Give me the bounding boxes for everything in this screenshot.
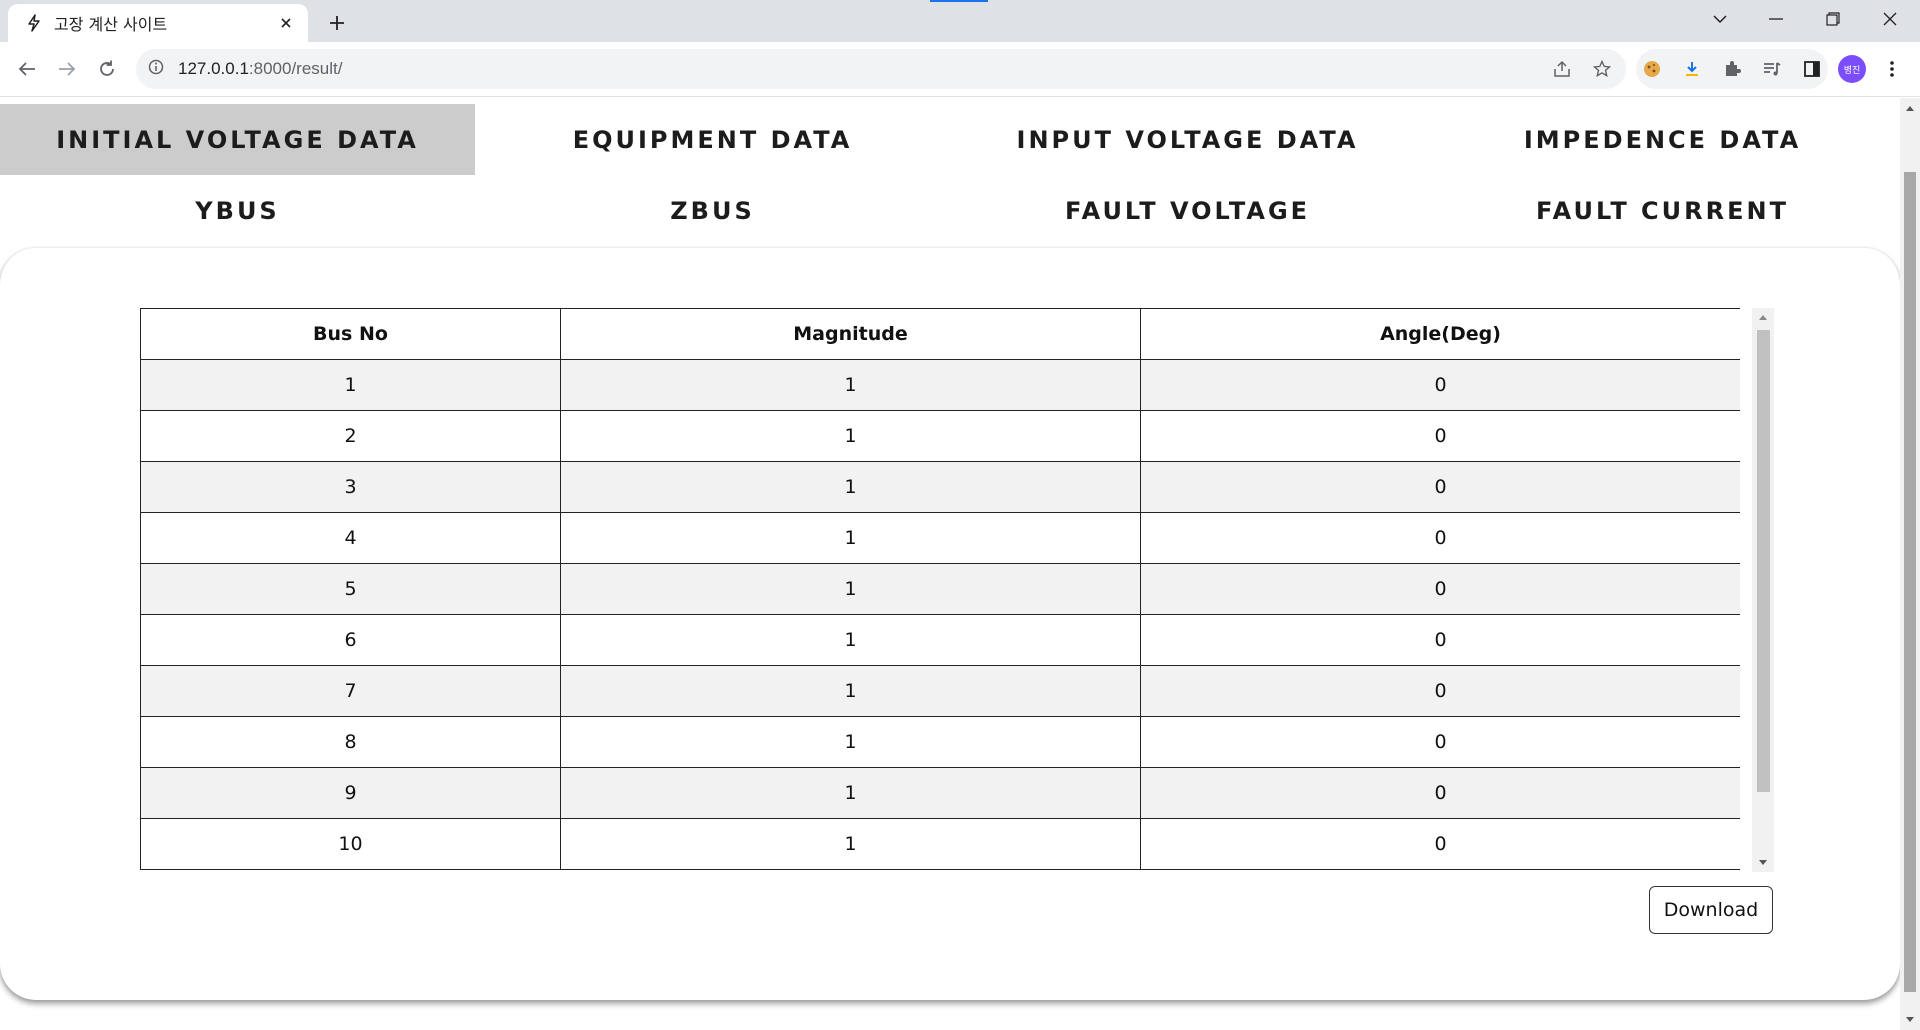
cell-angle: 0 [1140, 767, 1740, 819]
page-scroll-up-icon[interactable] [1900, 100, 1920, 116]
cell-angle: 0 [1140, 359, 1740, 411]
page-scrollbar[interactable] [1900, 98, 1920, 1030]
download-extension-icon[interactable] [1676, 53, 1708, 85]
result-nav: INITIAL VOLTAGE DATA EQUIPMENT DATA INPU… [0, 104, 1900, 246]
cell-bus-no: 10 [140, 818, 561, 870]
nav-input-voltage-data[interactable]: INPUT VOLTAGE DATA [950, 104, 1425, 175]
nav-fault-voltage[interactable]: FAULT VOLTAGE [950, 175, 1425, 246]
side-panel-icon[interactable] [1796, 53, 1828, 85]
page-scroll-thumb[interactable] [1904, 172, 1916, 992]
page-scroll-down-icon[interactable] [1900, 1012, 1920, 1028]
site-info-icon[interactable] [148, 59, 164, 79]
tab-strip-accent [930, 0, 988, 2]
scroll-down-arrow-icon[interactable] [1752, 854, 1774, 872]
cell-magnitude: 1 [560, 359, 1141, 411]
cell-bus-no: 9 [140, 767, 561, 819]
bookmark-star-icon[interactable] [1586, 53, 1618, 85]
cell-angle: 0 [1140, 818, 1740, 870]
table-row: 10 1 0 [140, 818, 1740, 870]
cell-magnitude: 1 [560, 767, 1141, 819]
new-tab-button[interactable] [322, 8, 352, 38]
nav-ybus[interactable]: YBUS [0, 175, 475, 246]
result-card: Bus No Magnitude Angle(Deg) 110 210 310 … [0, 248, 1900, 1000]
browser-tab-title: 고장 계산 사이트 [54, 15, 168, 34]
forward-button[interactable] [51, 53, 83, 85]
header-angle: Angle(Deg) [1140, 308, 1740, 360]
cell-angle: 0 [1140, 665, 1740, 717]
cell-magnitude: 1 [560, 818, 1141, 870]
table-row: 310 [140, 461, 1740, 513]
url-host: 127.0.0.1 [178, 59, 249, 78]
table-row: 610 [140, 614, 1740, 666]
cell-angle: 0 [1140, 512, 1740, 564]
voltage-table-container[interactable]: Bus No Magnitude Angle(Deg) 110 210 310 … [140, 308, 1740, 872]
table-row: 410 [140, 512, 1740, 564]
cell-bus-no: 3 [140, 461, 561, 513]
share-icon[interactable] [1546, 53, 1578, 85]
result-nav-row-2: YBUS ZBUS FAULT VOLTAGE FAULT CURRENT [0, 175, 1900, 246]
cell-magnitude: 1 [560, 614, 1141, 666]
table-row: 810 [140, 716, 1740, 768]
cell-angle: 0 [1140, 614, 1740, 666]
download-button[interactable]: Download [1649, 886, 1773, 934]
nav-equipment-data[interactable]: EQUIPMENT DATA [475, 104, 950, 175]
lightning-bolt-icon [24, 13, 44, 33]
minimize-button[interactable] [1748, 0, 1804, 38]
puzzle-extensions-icon[interactable] [1716, 53, 1748, 85]
cell-angle: 0 [1140, 563, 1740, 615]
page-viewport: INITIAL VOLTAGE DATA EQUIPMENT DATA INPU… [0, 98, 1900, 1030]
cell-bus-no: 2 [140, 410, 561, 462]
nav-initial-voltage-data[interactable]: INITIAL VOLTAGE DATA [0, 104, 475, 175]
cell-angle: 0 [1140, 716, 1740, 768]
cell-bus-no: 8 [140, 716, 561, 768]
close-window-button[interactable] [1862, 0, 1918, 38]
cell-magnitude: 1 [560, 410, 1141, 462]
header-bus-no: Bus No [140, 308, 561, 360]
url-text: 127.0.0.1:8000/result/ [178, 59, 342, 79]
cell-magnitude: 1 [560, 716, 1141, 768]
back-button[interactable] [11, 53, 43, 85]
reading-list-icon[interactable] [1756, 53, 1788, 85]
table-row: 910 [140, 767, 1740, 819]
nav-zbus[interactable]: ZBUS [475, 175, 950, 246]
cell-angle: 0 [1140, 410, 1740, 462]
cell-angle: 0 [1140, 461, 1740, 513]
table-scrollbar[interactable] [1752, 308, 1774, 872]
cell-magnitude: 1 [560, 461, 1141, 513]
tab-search-button[interactable] [1692, 0, 1748, 38]
cell-bus-no: 7 [140, 665, 561, 717]
table-row: 110 [140, 359, 1740, 411]
menu-kebab-icon[interactable] [1876, 53, 1908, 85]
close-tab-icon[interactable] [276, 13, 296, 33]
avatar: 병진 [1838, 55, 1866, 83]
table-row: 210 [140, 410, 1740, 462]
table-scroll-thumb[interactable] [1757, 330, 1770, 792]
header-magnitude: Magnitude [560, 308, 1141, 360]
browser-tab[interactable]: 고장 계산 사이트 [8, 4, 308, 42]
table-row: 710 [140, 665, 1740, 717]
cell-magnitude: 1 [560, 563, 1141, 615]
nav-fault-current[interactable]: FAULT CURRENT [1425, 175, 1900, 246]
profile-avatar[interactable]: 병진 [1836, 53, 1868, 85]
result-nav-row-1: INITIAL VOLTAGE DATA EQUIPMENT DATA INPU… [0, 104, 1900, 175]
scroll-up-arrow-icon[interactable] [1752, 308, 1774, 326]
table-row: 510 [140, 563, 1740, 615]
browser-toolbar: 127.0.0.1:8000/result/ 병진 [0, 42, 1920, 97]
url-path: :8000/result/ [248, 59, 343, 78]
address-bar[interactable]: 127.0.0.1:8000/result/ [136, 49, 1626, 89]
browser-tab-strip: 고장 계산 사이트 [0, 0, 1920, 42]
cookie-extension-icon[interactable] [1636, 53, 1668, 85]
initial-voltage-table: Bus No Magnitude Angle(Deg) 110 210 310 … [140, 308, 1740, 870]
table-header-row: Bus No Magnitude Angle(Deg) [140, 308, 1740, 360]
cell-magnitude: 1 [560, 512, 1141, 564]
nav-impedence-data[interactable]: IMPEDENCE DATA [1425, 104, 1900, 175]
cell-bus-no: 1 [140, 359, 561, 411]
cell-bus-no: 4 [140, 512, 561, 564]
restore-button[interactable] [1805, 0, 1861, 38]
reload-button[interactable] [91, 53, 123, 85]
cell-magnitude: 1 [560, 665, 1141, 717]
cell-bus-no: 6 [140, 614, 561, 666]
cell-bus-no: 5 [140, 563, 561, 615]
